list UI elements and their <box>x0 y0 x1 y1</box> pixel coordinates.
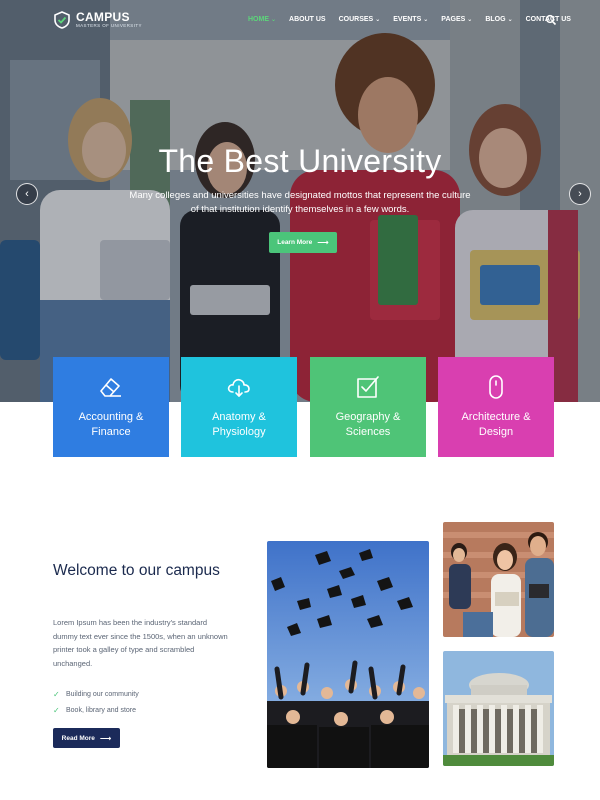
eraser-icon <box>100 378 121 397</box>
nav-label: HOME <box>248 16 269 23</box>
category-line1: Accounting & <box>78 411 144 423</box>
list-item: ✓ Book, library and store <box>53 702 139 718</box>
chevron-down-icon: ⌄ <box>507 17 513 23</box>
nav-item-blog[interactable]: BLOG ⌄ <box>485 16 512 23</box>
nav-item-home[interactable]: HOME ⌄ <box>248 16 276 23</box>
category-line2: Physiology <box>212 426 266 438</box>
nav-label: PAGES <box>441 16 466 23</box>
logo-subtitle: MASTERS OF UNIVERSITY <box>76 23 142 29</box>
campus-building-image <box>443 651 554 766</box>
category-line1: Geography & <box>335 411 401 423</box>
mouse-icon <box>489 375 503 399</box>
arrow-right-icon: ⟶ <box>99 733 112 743</box>
welcome-text: Lorem Ipsum has been the industry's stan… <box>53 618 228 668</box>
chevron-down-icon: ⌄ <box>423 17 429 23</box>
category-card-anatomy[interactable]: Anatomy & Physiology <box>181 357 297 457</box>
chevron-down-icon: ⌄ <box>271 17 277 23</box>
top-navigation: CAMPUS MASTERS OF UNIVERSITY HOME ⌄ ABOUT… <box>0 0 600 42</box>
category-label: Accounting & Finance <box>57 410 165 440</box>
welcome-title: Welcome to our campus <box>53 562 220 579</box>
arrow-right-icon: ⟶ <box>317 238 329 247</box>
chevron-left-icon: ‹ <box>25 188 29 200</box>
nav-item-pages[interactable]: PAGES ⌄ <box>441 16 472 23</box>
category-label: Anatomy & Physiology <box>185 410 293 440</box>
button-label: Learn More <box>277 239 313 246</box>
hero-title: The Best University <box>158 143 442 179</box>
list-item-label: Book, library and store <box>66 706 137 714</box>
graduation-photo <box>267 541 429 768</box>
nav-item-events[interactable]: EVENTS ⌄ <box>393 16 428 23</box>
category-card-architecture[interactable]: Architecture & Design <box>438 357 554 457</box>
chevron-down-icon: ⌄ <box>375 17 381 23</box>
category-label: Geography & Sciences <box>314 410 422 440</box>
nav-item-courses[interactable]: COURSES ⌄ <box>339 16 381 23</box>
shield-logo-icon <box>54 11 70 29</box>
list-item: ✓ Building our community <box>53 686 139 702</box>
check-icon: ✓ <box>53 689 60 699</box>
read-more-button[interactable]: Read More ⟶ <box>53 728 120 748</box>
category-line1: Architecture & <box>461 411 531 423</box>
main-menu: HOME ⌄ ABOUT US COURSES ⌄ EVENTS ⌄ PAGES ⌄ B… <box>248 16 584 23</box>
category-card-geography[interactable]: Geography & Sciences <box>310 357 426 457</box>
category-line2: Sciences <box>345 426 391 438</box>
nav-label: BLOG <box>485 16 506 23</box>
logo-title: CAMPUS <box>76 10 130 25</box>
site-logo[interactable]: CAMPUS MASTERS OF UNIVERSITY <box>53 11 142 29</box>
cloud-download-icon <box>227 378 250 397</box>
learn-more-button[interactable]: Learn More ⟶ <box>269 232 337 253</box>
slider-prev-button[interactable]: ‹ <box>16 183 38 205</box>
category-line2: Design <box>478 426 514 438</box>
category-label: Architecture & Design <box>442 410 550 440</box>
slider-next-button[interactable]: › <box>569 183 591 205</box>
hero-subtitle: Many colleges and universities have desi… <box>129 190 471 215</box>
nav-item-about-us[interactable]: ABOUT US <box>289 16 326 23</box>
hero-banner: CAMPUS MASTERS OF UNIVERSITY HOME ⌄ ABOUT… <box>0 0 600 402</box>
category-card-accounting[interactable]: Accounting & Finance <box>53 357 169 457</box>
nav-label: ABOUT US <box>289 16 326 23</box>
category-line2: Finance <box>91 426 131 438</box>
graduation-image <box>267 541 429 768</box>
checkbox-icon <box>357 376 379 398</box>
button-label: Read More <box>61 734 95 742</box>
check-icon: ✓ <box>53 705 60 715</box>
nav-label: COURSES <box>338 16 374 23</box>
list-item-label: Building our community <box>66 690 139 698</box>
search-icon[interactable] <box>545 14 557 26</box>
students-image <box>443 522 554 637</box>
category-line1: Anatomy & <box>212 411 266 423</box>
chevron-right-icon: › <box>578 188 582 200</box>
campus-building-photo <box>443 651 554 766</box>
chevron-down-icon: ⌄ <box>467 17 473 23</box>
students-photo <box>443 522 554 637</box>
nav-label: EVENTS <box>393 16 422 23</box>
feature-list: ✓ Building our community ✓ Book, library… <box>53 686 139 718</box>
